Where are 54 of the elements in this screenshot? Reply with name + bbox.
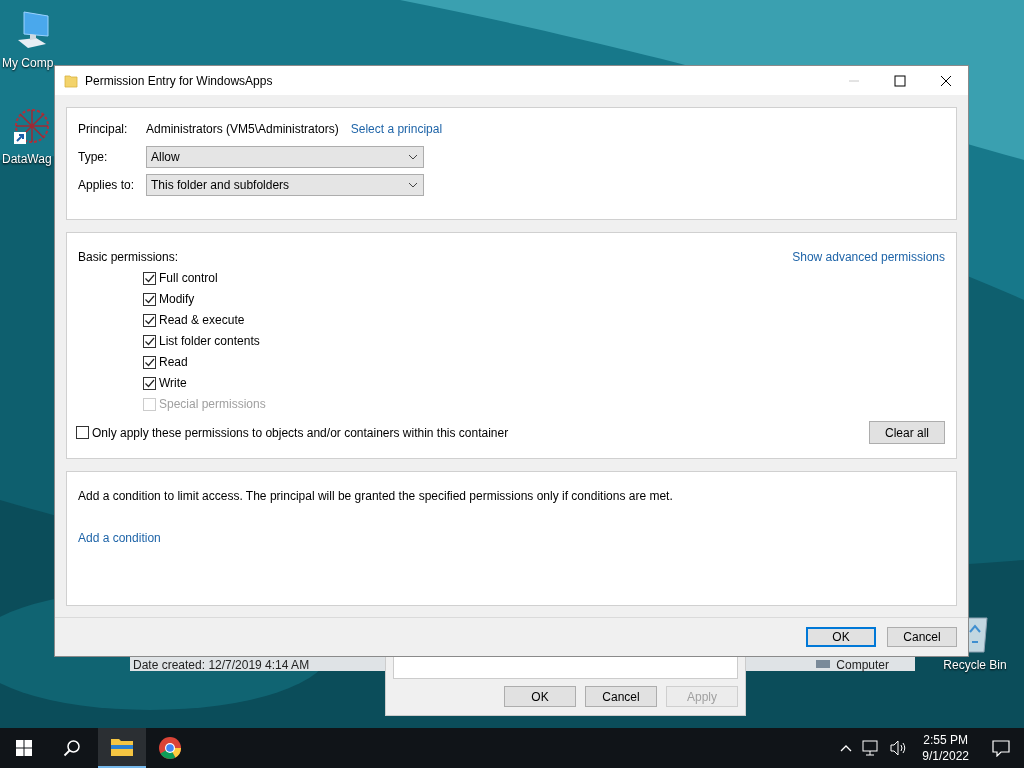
notification-icon[interactable] <box>992 739 1010 757</box>
field-label: Type: <box>78 150 109 164</box>
show-advanced-link[interactable]: Show advanced permissions <box>792 250 945 264</box>
select-principal-link[interactable]: Select a principal <box>350 122 443 136</box>
section-label: Basic permissions: <box>78 250 179 264</box>
item-label: Computer <box>836 659 889 671</box>
chevron-down-icon <box>408 154 418 160</box>
checkbox[interactable] <box>143 334 156 348</box>
field-label: Applies to: <box>78 178 134 192</box>
computer-icon <box>815 660 832 670</box>
taskbar-app[interactable] <box>98 728 146 768</box>
time-text: 2:55 PM <box>923 732 968 748</box>
checkbox[interactable] <box>143 376 156 390</box>
browser-icon <box>158 736 182 760</box>
maximize-icon[interactable] <box>894 74 906 87</box>
search-icon <box>63 739 81 757</box>
dialog-button[interactable]: Cancel <box>585 686 657 707</box>
window-title: Permission Entry for WindowsApps <box>85 73 273 88</box>
checkbox[interactable] <box>143 271 156 285</box>
add-condition-link[interactable]: Add a condition <box>78 531 161 545</box>
icon-label: Recycle Bin <box>943 658 1007 672</box>
checkbox-label: Full control <box>159 271 218 285</box>
checkbox-label: Read & execute <box>159 313 245 327</box>
checkbox[interactable] <box>143 292 156 306</box>
applies-to-dropdown[interactable]: This folder and subfolders <box>146 174 424 196</box>
checkbox-label: List folder contents <box>159 334 260 348</box>
condition-description: Add a condition to limit access. The principal will be granted the specified permissions only if conditions are met. <box>78 489 673 503</box>
folder-icon <box>64 73 78 88</box>
date-created-text: Date created: 12/7/2019 4:14 AM <box>133 659 310 671</box>
dialog-button[interactable]: Cancel <box>887 627 957 647</box>
checkbox-label: Only apply these permissions to objects and/or containers within this container <box>92 425 509 440</box>
checkbox-label: Modify <box>159 292 195 306</box>
dialog-button[interactable]: OK <box>806 627 876 647</box>
checkbox[interactable] <box>143 355 156 369</box>
checkbox-label: Write <box>159 376 187 390</box>
clear-all-button[interactable]: Clear all <box>869 421 945 444</box>
icon-label: DataWag <box>2 152 52 166</box>
field-label: Principal: <box>78 122 129 136</box>
type-dropdown[interactable]: Allow <box>146 146 424 168</box>
checkbox-label: Read <box>159 355 188 369</box>
checkbox[interactable] <box>143 313 156 327</box>
chevron-down-icon <box>408 182 418 188</box>
chevron-up-icon[interactable] <box>840 744 853 752</box>
checkbox[interactable] <box>76 426 89 439</box>
folder-icon <box>110 737 134 757</box>
checkbox-label: Special permissions <box>159 397 266 411</box>
date-text: 9/1/2022 <box>922 748 969 764</box>
principal-name: Administrators (VM5\Administrators) <box>146 122 339 136</box>
dialog-button[interactable]: OK <box>504 686 576 707</box>
windows-logo-icon <box>16 740 32 756</box>
icon-label: My Comp <box>2 56 54 70</box>
clock[interactable]: 2:55 PM 9/1/2022 <box>913 732 978 764</box>
close-icon[interactable] <box>940 74 952 87</box>
network-icon[interactable] <box>862 740 881 756</box>
